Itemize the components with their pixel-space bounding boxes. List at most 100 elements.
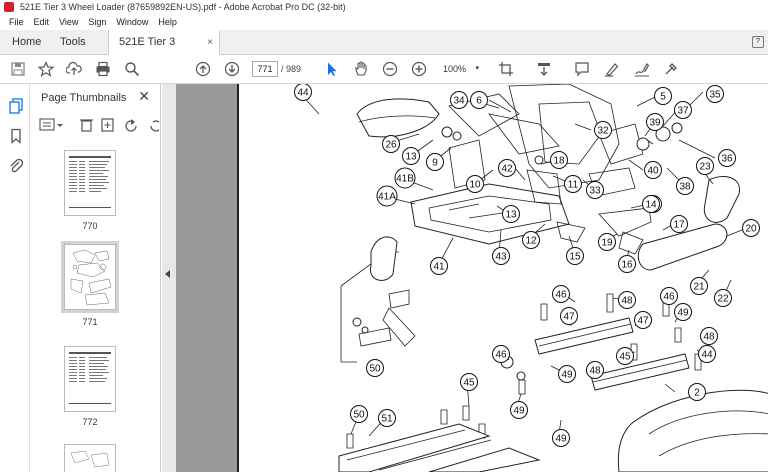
svg-text:19: 19 bbox=[601, 238, 613, 249]
page-down-icon[interactable] bbox=[223, 60, 241, 78]
menu-file[interactable]: File bbox=[4, 14, 29, 30]
svg-text:18: 18 bbox=[553, 156, 565, 167]
svg-text:47: 47 bbox=[637, 316, 649, 327]
callout-5: 5 bbox=[654, 87, 672, 105]
callout-45: 45 bbox=[460, 373, 478, 391]
svg-text:9: 9 bbox=[432, 158, 438, 169]
page-number-input[interactable]: 771 bbox=[252, 61, 278, 77]
menu-view[interactable]: View bbox=[54, 14, 83, 30]
callout-50: 50 bbox=[350, 405, 368, 423]
close-icon[interactable]: × bbox=[207, 30, 213, 55]
comment-icon[interactable] bbox=[573, 60, 591, 78]
menu-edit[interactable]: Edit bbox=[29, 14, 55, 30]
tab-tools[interactable]: Tools bbox=[50, 30, 96, 55]
svg-text:41: 41 bbox=[433, 262, 445, 273]
callout-6: 6 bbox=[470, 91, 488, 109]
page-up-icon[interactable] bbox=[194, 60, 212, 78]
svg-text:41B: 41B bbox=[396, 174, 414, 185]
svg-text:40: 40 bbox=[647, 166, 659, 177]
rotate-right-icon[interactable] bbox=[150, 120, 162, 132]
menu-help[interactable]: Help bbox=[153, 14, 182, 30]
callout-49: 49 bbox=[510, 401, 528, 419]
callout-32: 32 bbox=[594, 121, 612, 139]
page-thumbnail-773[interactable] bbox=[64, 444, 116, 472]
svg-text:17: 17 bbox=[673, 220, 685, 231]
callout-47: 47 bbox=[634, 311, 652, 329]
callout-46: 46 bbox=[492, 345, 510, 363]
zoom-out-icon[interactable] bbox=[381, 60, 399, 78]
highlight-icon[interactable] bbox=[603, 60, 621, 78]
callout-9: 9 bbox=[426, 153, 444, 171]
tab-bar: Home Tools 521E Tier 3 Wheel ... × ? bbox=[0, 30, 768, 73]
svg-text:23: 23 bbox=[699, 162, 711, 173]
callout-48: 48 bbox=[586, 361, 604, 379]
callout-45: 45 bbox=[616, 347, 634, 365]
panel-collapse-strip[interactable] bbox=[162, 84, 176, 472]
bookmark-icon[interactable] bbox=[8, 128, 24, 144]
zoom-dropdown[interactable]: 100% ▾ bbox=[437, 61, 481, 77]
callout-23: 23 bbox=[696, 157, 714, 175]
callout-41: 41 bbox=[430, 257, 448, 275]
rotate-left-icon[interactable] bbox=[125, 119, 137, 132]
attachment-icon[interactable] bbox=[8, 158, 24, 174]
callout-49: 49 bbox=[674, 303, 692, 321]
callout-10: 10 bbox=[466, 175, 484, 193]
scroll-icon[interactable] bbox=[535, 60, 553, 78]
menu-window[interactable]: Window bbox=[111, 14, 153, 30]
page-thumbnail-770[interactable] bbox=[64, 150, 116, 216]
callout-12: 12 bbox=[522, 231, 540, 249]
select-cursor-icon[interactable] bbox=[323, 60, 341, 78]
svg-text:2: 2 bbox=[694, 388, 700, 399]
callout-35: 35 bbox=[706, 85, 724, 103]
svg-text:26: 26 bbox=[385, 140, 397, 151]
chevron-down-icon: ▾ bbox=[475, 65, 479, 72]
menu-sign[interactable]: Sign bbox=[83, 14, 111, 30]
collapse-arrow-icon[interactable] bbox=[165, 270, 170, 278]
svg-text:50: 50 bbox=[353, 410, 365, 421]
zoom-value: 100% bbox=[443, 64, 467, 74]
print-icon[interactable] bbox=[94, 60, 112, 78]
pdf-page: 44 34 6 5 35 37 26 13 9 32 39 36 10 42 18 11 40 23 41B 41A 3… bbox=[237, 84, 768, 472]
search-icon[interactable] bbox=[123, 60, 141, 78]
svg-text:34: 34 bbox=[453, 96, 465, 107]
svg-text:45: 45 bbox=[619, 352, 631, 363]
options-icon[interactable] bbox=[39, 118, 63, 131]
svg-text:46: 46 bbox=[555, 290, 567, 301]
callout-20: 20 bbox=[742, 219, 760, 237]
callout-51: 51 bbox=[378, 409, 396, 427]
panel-title: Page Thumbnails bbox=[41, 92, 127, 104]
insert-page-icon[interactable] bbox=[101, 118, 114, 132]
callout-49: 49 bbox=[558, 365, 576, 383]
close-icon[interactable]: ✕ bbox=[138, 88, 150, 105]
callout-13: 13 bbox=[402, 147, 420, 165]
zoom-in-icon[interactable] bbox=[410, 60, 428, 78]
page-thumbnail-771[interactable] bbox=[61, 241, 119, 313]
page-thumbnail-772[interactable] bbox=[64, 346, 116, 412]
tab-document[interactable]: 521E Tier 3 Wheel ... × bbox=[108, 30, 220, 73]
callout-42: 42 bbox=[498, 159, 516, 177]
svg-text:13: 13 bbox=[405, 152, 417, 163]
thumbnail-label: 770 bbox=[82, 221, 98, 231]
svg-text:46: 46 bbox=[495, 350, 507, 361]
tools-icon[interactable] bbox=[662, 60, 680, 78]
delete-icon[interactable] bbox=[80, 119, 93, 132]
hand-icon[interactable] bbox=[352, 60, 370, 78]
svg-text:51: 51 bbox=[381, 414, 393, 425]
svg-text:10: 10 bbox=[469, 180, 481, 191]
upload-icon[interactable] bbox=[65, 60, 83, 78]
svg-text:43: 43 bbox=[495, 252, 507, 263]
tab-home[interactable]: Home bbox=[2, 30, 51, 55]
callout-34: 34 bbox=[450, 91, 468, 109]
callout-18: 18 bbox=[550, 151, 568, 169]
callout-22: 22 bbox=[714, 289, 732, 307]
callout-49: 49 bbox=[552, 429, 570, 447]
crop-icon[interactable] bbox=[497, 60, 515, 78]
star-icon[interactable] bbox=[37, 60, 55, 78]
callout-44: 44 bbox=[698, 345, 716, 363]
save-icon[interactable] bbox=[9, 60, 27, 78]
svg-text:48: 48 bbox=[703, 332, 715, 343]
help-icon[interactable]: ? bbox=[752, 36, 764, 48]
sign-icon[interactable] bbox=[633, 60, 651, 78]
callout-13: 13 bbox=[502, 205, 520, 223]
page-thumbnails-icon[interactable] bbox=[8, 98, 24, 114]
